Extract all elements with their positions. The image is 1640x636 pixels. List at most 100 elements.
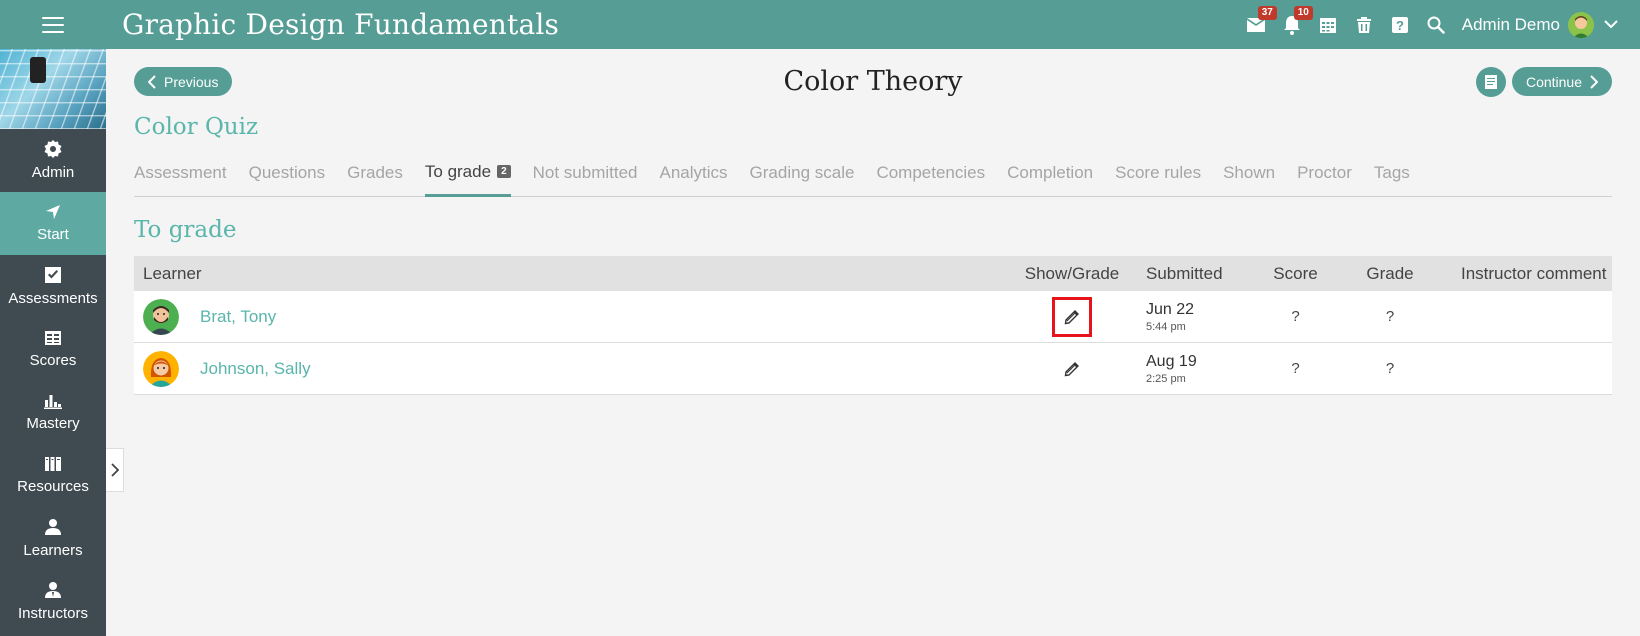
tab-proctor[interactable]: Proctor [1297,149,1352,197]
instructor-icon [45,582,61,598]
svg-text:?: ? [1396,18,1404,33]
tab-label: Tags [1373,162,1410,182]
bar-chart-icon [44,395,62,409]
sidebar-item-mastery[interactable]: Mastery [0,381,106,444]
tab-label: Not submitted [532,162,638,182]
sidebar-item-scores[interactable]: Scores [0,318,106,381]
tab-tags[interactable]: Tags [1374,149,1410,197]
header-grade[interactable]: Grade [1343,264,1437,284]
tab-not-submitted[interactable]: Not submitted [533,149,638,197]
sidebar-item-assessments[interactable]: Assessments [0,255,106,318]
tab-bar: Assessment Questions Grades To grade 2 No… [134,149,1612,197]
user-name[interactable]: Admin Demo [1462,15,1560,35]
table-row: Johnson, Sally Aug 19 2:25 pm ? ? [134,343,1612,395]
sidebar-item-instructors[interactable]: Instructors [0,570,106,633]
tab-label: Grades [347,162,403,182]
page-title: Color Theory [783,66,963,97]
score-value: ? [1291,308,1300,325]
grade-value: ? [1385,308,1395,325]
tab-label: Questions [248,162,326,182]
chevron-right-icon [110,463,119,477]
sidebar-item-label: Assessments [8,290,98,307]
help-icon[interactable]: ? [1382,0,1418,49]
tab-assessment[interactable]: Assessment [134,149,227,197]
chevron-down-icon[interactable] [1604,20,1618,29]
tab-completion[interactable]: Completion [1007,149,1093,197]
grade-pencil-button[interactable] [1052,296,1092,337]
tab-grading-scale[interactable]: Grading scale [750,149,855,197]
tab-label: Proctor [1297,162,1352,182]
notifications-icon[interactable]: 10 [1274,0,1313,49]
top-bar: Graphic Design Fundamentals 37 10 ? Admi… [0,0,1640,49]
grade-value: ? [1385,360,1395,377]
sidebar-item-learners[interactable]: Learners [0,507,106,570]
header-learner[interactable]: Learner [134,264,1000,284]
tab-label: Assessment [134,162,227,182]
to-grade-table: Learner Show/Grade Submitted Score Grade… [134,256,1612,395]
tab-label: Shown [1223,162,1276,182]
tab-grades[interactable]: Grades [347,149,403,197]
learner-avatar [143,298,179,335]
search-icon[interactable] [1418,0,1454,49]
sidebar-item-label: Mastery [26,415,80,432]
chevron-left-icon [148,74,156,89]
grade-pencil-button[interactable] [1052,349,1092,389]
header-submitted[interactable]: Submitted [1144,264,1248,284]
tab-shown[interactable]: Shown [1223,149,1275,197]
sidebar-item-resources[interactable]: Resources [0,444,106,507]
tab-to-grade[interactable]: To grade 2 [424,149,511,197]
menu-icon[interactable] [0,0,106,49]
books-icon [45,457,61,471]
sidebar-item-label: Admin [31,164,75,181]
learner-name-link[interactable]: Johnson, Sally [200,359,311,379]
header-score[interactable]: Score [1248,264,1343,284]
sidebar-item-admin[interactable]: Admin [0,129,106,192]
submitted-time: 2:25 pm [1146,372,1186,385]
tab-label: Score rules [1115,162,1202,182]
quiz-title[interactable]: Color Quiz [134,114,258,140]
learner-name-link[interactable]: Brat, Tony [200,307,276,327]
user-avatar[interactable] [1568,11,1594,38]
course-title[interactable]: Graphic Design Fundamentals [122,8,559,41]
calendar-icon[interactable] [1310,0,1346,49]
sidebar-item-label: Scores [29,352,77,369]
sidebar-item-label: Learners [23,542,83,559]
sidebar-item-label: Resources [17,478,89,495]
previous-label: Previous [164,73,219,90]
tab-label: Competencies [876,162,986,182]
course-image[interactable] [0,49,106,129]
section-title: To grade [134,217,237,243]
submitted-date: Aug 19 [1146,352,1197,370]
tab-questions[interactable]: Questions [249,149,326,197]
tab-score-rules[interactable]: Score rules [1115,149,1201,197]
learner-avatar [143,350,179,387]
table-header: Learner Show/Grade Submitted Score Grade… [134,256,1612,291]
tab-label: Completion [1007,162,1094,182]
previous-button[interactable]: Previous [134,67,233,96]
continue-label: Continue [1525,73,1582,90]
messages-icon[interactable]: 37 [1238,0,1277,49]
trash-icon[interactable] [1346,0,1382,49]
continue-button[interactable]: Continue [1511,67,1612,96]
sidebar: Admin Start Assessments Scores Mastery R… [0,49,106,636]
sidebar-item-label: Instructors [17,605,89,622]
sidebar-collapse-toggle[interactable] [106,448,124,492]
notebook-icon [1485,75,1497,89]
table-row: Brat, Tony Jun 22 5:44 pm ? ? [134,291,1612,343]
chevron-right-icon [1590,74,1598,89]
scores-icon [45,331,61,345]
top-toolbar: 37 10 ? Admin Demo [1238,0,1640,49]
tab-competencies[interactable]: Competencies [876,149,985,197]
tab-count-badge: 2 [497,165,511,178]
checkbox-icon [45,267,61,283]
person-icon [45,519,61,535]
score-value: ? [1291,360,1300,377]
header-show-grade: Show/Grade [1024,263,1120,283]
pencil-icon [1064,309,1079,324]
submitted-time: 5:44 pm [1146,320,1186,333]
tab-label: Grading scale [749,162,855,182]
tab-analytics[interactable]: Analytics [660,149,728,197]
notebook-button[interactable] [1476,67,1506,97]
pencil-icon [1064,361,1079,376]
sidebar-item-start[interactable]: Start [0,192,106,255]
